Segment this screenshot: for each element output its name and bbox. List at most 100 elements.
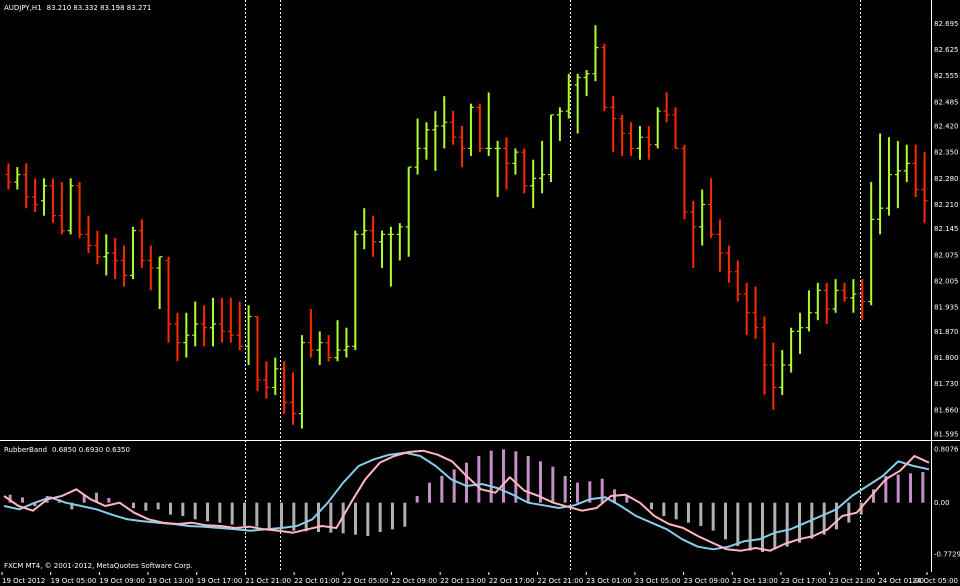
ohlc-bar bbox=[734, 260, 741, 302]
ohlc-bar bbox=[370, 215, 377, 257]
price-label: 82.075 bbox=[934, 251, 959, 259]
indicator-panel[interactable]: RubberBand 0.6850 0.6930 0.6350 0.8076 0.0… bbox=[0, 440, 960, 572]
ohlc-bar bbox=[547, 114, 554, 183]
ohlc-bar bbox=[85, 215, 92, 254]
chart-symbol: AUDJPY,H1 bbox=[4, 4, 42, 12]
ohlc-bar bbox=[58, 182, 65, 235]
ohlc-bars bbox=[5, 25, 928, 429]
ohlc-bar bbox=[645, 126, 652, 160]
indicator-header: RubberBand 0.6850 0.6930 0.6350 bbox=[4, 446, 130, 454]
time-label: 19 Oct 13:00 bbox=[148, 577, 194, 585]
ohlc-bar bbox=[379, 230, 386, 268]
ohlc-bar bbox=[192, 301, 199, 347]
ohlc-bar bbox=[841, 282, 848, 302]
time-label: 23 Oct 05:00 bbox=[635, 577, 681, 585]
ohlc-bar bbox=[263, 361, 270, 399]
price-label: 82.280 bbox=[934, 175, 959, 183]
ohlc-bar bbox=[476, 103, 483, 153]
price-label: 82.485 bbox=[934, 98, 959, 106]
ohlc-bar bbox=[423, 122, 430, 160]
ohlc-bar bbox=[210, 297, 217, 347]
ohlc-bar bbox=[583, 70, 590, 97]
price-label: 82.695 bbox=[934, 20, 959, 28]
price-label: 81.800 bbox=[934, 354, 959, 362]
ohlc-bar bbox=[94, 230, 101, 265]
ohlc-bar bbox=[805, 290, 812, 332]
ohlc-bar bbox=[797, 312, 804, 354]
price-chart-svg[interactable]: AUDJPY,H1 83.210 83.332 83.198 83.271 82.… bbox=[0, 0, 960, 440]
ohlc-bar bbox=[574, 73, 581, 134]
ohlc-bar bbox=[894, 140, 901, 209]
price-label: 82.625 bbox=[934, 46, 959, 54]
ohlc-bar bbox=[183, 312, 190, 358]
time-label: 22 Oct 05:00 bbox=[343, 577, 389, 585]
chart-window[interactable]: AUDJPY,H1 83.210 83.332 83.198 83.271 82.… bbox=[0, 0, 960, 586]
ohlc-bar bbox=[298, 335, 305, 429]
ohlc-bar bbox=[636, 126, 643, 160]
indicator-histogram bbox=[8, 449, 925, 552]
price-label: 81.870 bbox=[934, 328, 959, 336]
indicator-name: RubberBand bbox=[4, 446, 47, 454]
period-separators bbox=[245, 0, 861, 440]
ohlc-bar bbox=[103, 234, 110, 276]
ohlc-bar bbox=[174, 312, 181, 362]
ohlc-bar bbox=[272, 357, 279, 395]
indicator-values: 0.6850 0.6930 0.6350 bbox=[52, 446, 130, 454]
ohlc-bar bbox=[832, 279, 839, 313]
ohlc-bar bbox=[405, 166, 412, 257]
ohlc-bar bbox=[254, 315, 261, 392]
ohlc-bar bbox=[414, 118, 421, 175]
ohlc-bar bbox=[725, 245, 732, 283]
ohlc-bar bbox=[921, 152, 928, 224]
time-axis-labels: 19 Oct 2012 19 Oct 05:00 19 Oct 09:00 19 Oc… bbox=[1, 572, 958, 585]
price-label: 82.005 bbox=[934, 278, 959, 286]
ohlc-bar bbox=[752, 286, 759, 339]
ohlc-bar bbox=[138, 219, 145, 268]
ohlc-bar bbox=[343, 327, 350, 358]
price-label: 82.210 bbox=[934, 201, 959, 209]
time-label: 23 Oct 13:00 bbox=[732, 577, 778, 585]
time-label: 22 Oct 13:00 bbox=[440, 577, 486, 585]
ohlc-bar bbox=[779, 350, 786, 395]
ohlc-bar bbox=[868, 182, 875, 306]
price-axis-labels: 82.695 82.625 82.555 82.485 82.420 82.350 82.2… bbox=[934, 20, 959, 439]
chart-ohlc: 83.210 83.332 83.198 83.271 bbox=[47, 4, 152, 12]
ohlc-bar bbox=[654, 107, 661, 149]
ohlc-bar bbox=[494, 140, 501, 197]
ohlc-bar bbox=[690, 200, 697, 268]
ohlc-bar bbox=[23, 163, 30, 209]
chart-header: AUDJPY,H1 83.210 83.332 83.198 83.271 bbox=[4, 4, 151, 12]
indicator-svg[interactable]: RubberBand 0.6850 0.6930 0.6350 0.8076 0.0… bbox=[0, 440, 960, 572]
ohlc-bar bbox=[14, 167, 21, 190]
time-label: 23 Oct 21:00 bbox=[830, 577, 876, 585]
time-label: 19 Oct 2012 bbox=[2, 577, 45, 585]
time-label: 19 Oct 17:00 bbox=[197, 577, 243, 585]
ohlc-bar bbox=[5, 163, 12, 190]
ohlc-bar bbox=[112, 238, 119, 280]
ohlc-bar bbox=[903, 144, 910, 183]
ohlc-bar bbox=[681, 144, 688, 220]
ohlc-bar bbox=[76, 182, 83, 239]
ohlc-bar bbox=[877, 133, 884, 235]
price-label: 82.145 bbox=[934, 225, 959, 233]
ohlc-bar bbox=[396, 223, 403, 261]
ohlc-bar bbox=[361, 208, 368, 250]
ohlc-bar bbox=[32, 178, 39, 212]
ohlc-bar bbox=[743, 282, 750, 336]
price-label: 82.555 bbox=[934, 72, 959, 80]
price-chart-panel[interactable]: AUDJPY,H1 83.210 83.332 83.198 83.271 82.… bbox=[0, 0, 960, 440]
ohlc-bar bbox=[290, 372, 297, 425]
ohlc-bar bbox=[663, 92, 670, 123]
ohlc-bar bbox=[788, 327, 795, 373]
ohlc-bar bbox=[325, 335, 332, 362]
ohlc-bar bbox=[49, 178, 56, 224]
ohlc-bar bbox=[512, 148, 519, 175]
ohlc-bar bbox=[539, 140, 546, 194]
time-axis: 19 Oct 2012 19 Oct 05:00 19 Oct 09:00 19 Oc… bbox=[0, 572, 960, 586]
ohlc-bar bbox=[450, 111, 457, 145]
ohlc-bar bbox=[912, 144, 919, 197]
ohlc-bar bbox=[459, 126, 466, 168]
ohlc-bar bbox=[156, 256, 163, 310]
time-axis-svg: 19 Oct 2012 19 Oct 05:00 19 Oct 09:00 19 Oc… bbox=[1, 572, 958, 585]
ohlc-bar bbox=[556, 107, 563, 141]
